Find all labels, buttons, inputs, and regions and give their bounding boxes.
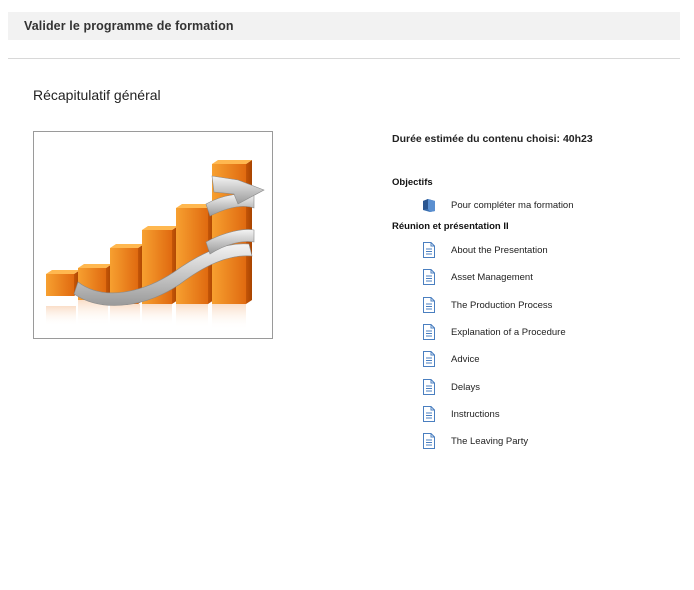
page-header: Valider le programme de formation (8, 12, 680, 40)
module-item-label: Delays (451, 381, 481, 393)
module-item-label: Explanation of a Procedure (451, 326, 566, 338)
duration-label: Durée estimée du contenu choisi: (392, 133, 561, 145)
summary-title: Récapitulatif général (33, 87, 161, 103)
module-item[interactable]: Explanation of a Procedure (422, 322, 566, 342)
summary-illustration (33, 131, 273, 339)
module-item[interactable]: Asset Management (422, 267, 533, 287)
objective-label: Pour compléter ma formation (451, 199, 574, 211)
module-item-label: Advice (451, 353, 480, 365)
document-icon (422, 242, 436, 258)
module-item-label: The Leaving Party (451, 435, 529, 447)
objectives-title: Objectifs (392, 177, 433, 188)
module-item[interactable]: The Production Process (422, 295, 552, 315)
document-icon (422, 324, 436, 340)
document-icon (422, 297, 436, 313)
folder-icon (422, 197, 436, 213)
document-icon (422, 433, 436, 449)
module-title: Réunion et présentation II (392, 221, 509, 232)
module-item[interactable]: Advice (422, 349, 480, 369)
document-icon (422, 351, 436, 367)
document-icon (422, 379, 436, 395)
page-title: Valider le programme de formation (24, 19, 234, 33)
module-item-label: About the Presentation (451, 244, 548, 256)
document-icon (422, 406, 436, 422)
module-item[interactable]: Delays (422, 377, 480, 397)
module-item-label: Asset Management (451, 271, 533, 283)
estimated-duration: Durée estimée du contenu choisi: 40h23 (392, 133, 593, 145)
module-item-label: Instructions (451, 408, 500, 420)
duration-value: 40h23 (562, 133, 593, 145)
growth-chart-illustration (46, 160, 265, 330)
document-icon (422, 269, 436, 285)
module-item[interactable]: About the Presentation (422, 240, 548, 260)
objective-item[interactable]: Pour compléter ma formation (422, 195, 574, 215)
module-item[interactable]: Instructions (422, 404, 500, 424)
header-divider (8, 58, 680, 59)
module-item[interactable]: The Leaving Party (422, 431, 528, 451)
module-item-label: The Production Process (451, 299, 553, 311)
